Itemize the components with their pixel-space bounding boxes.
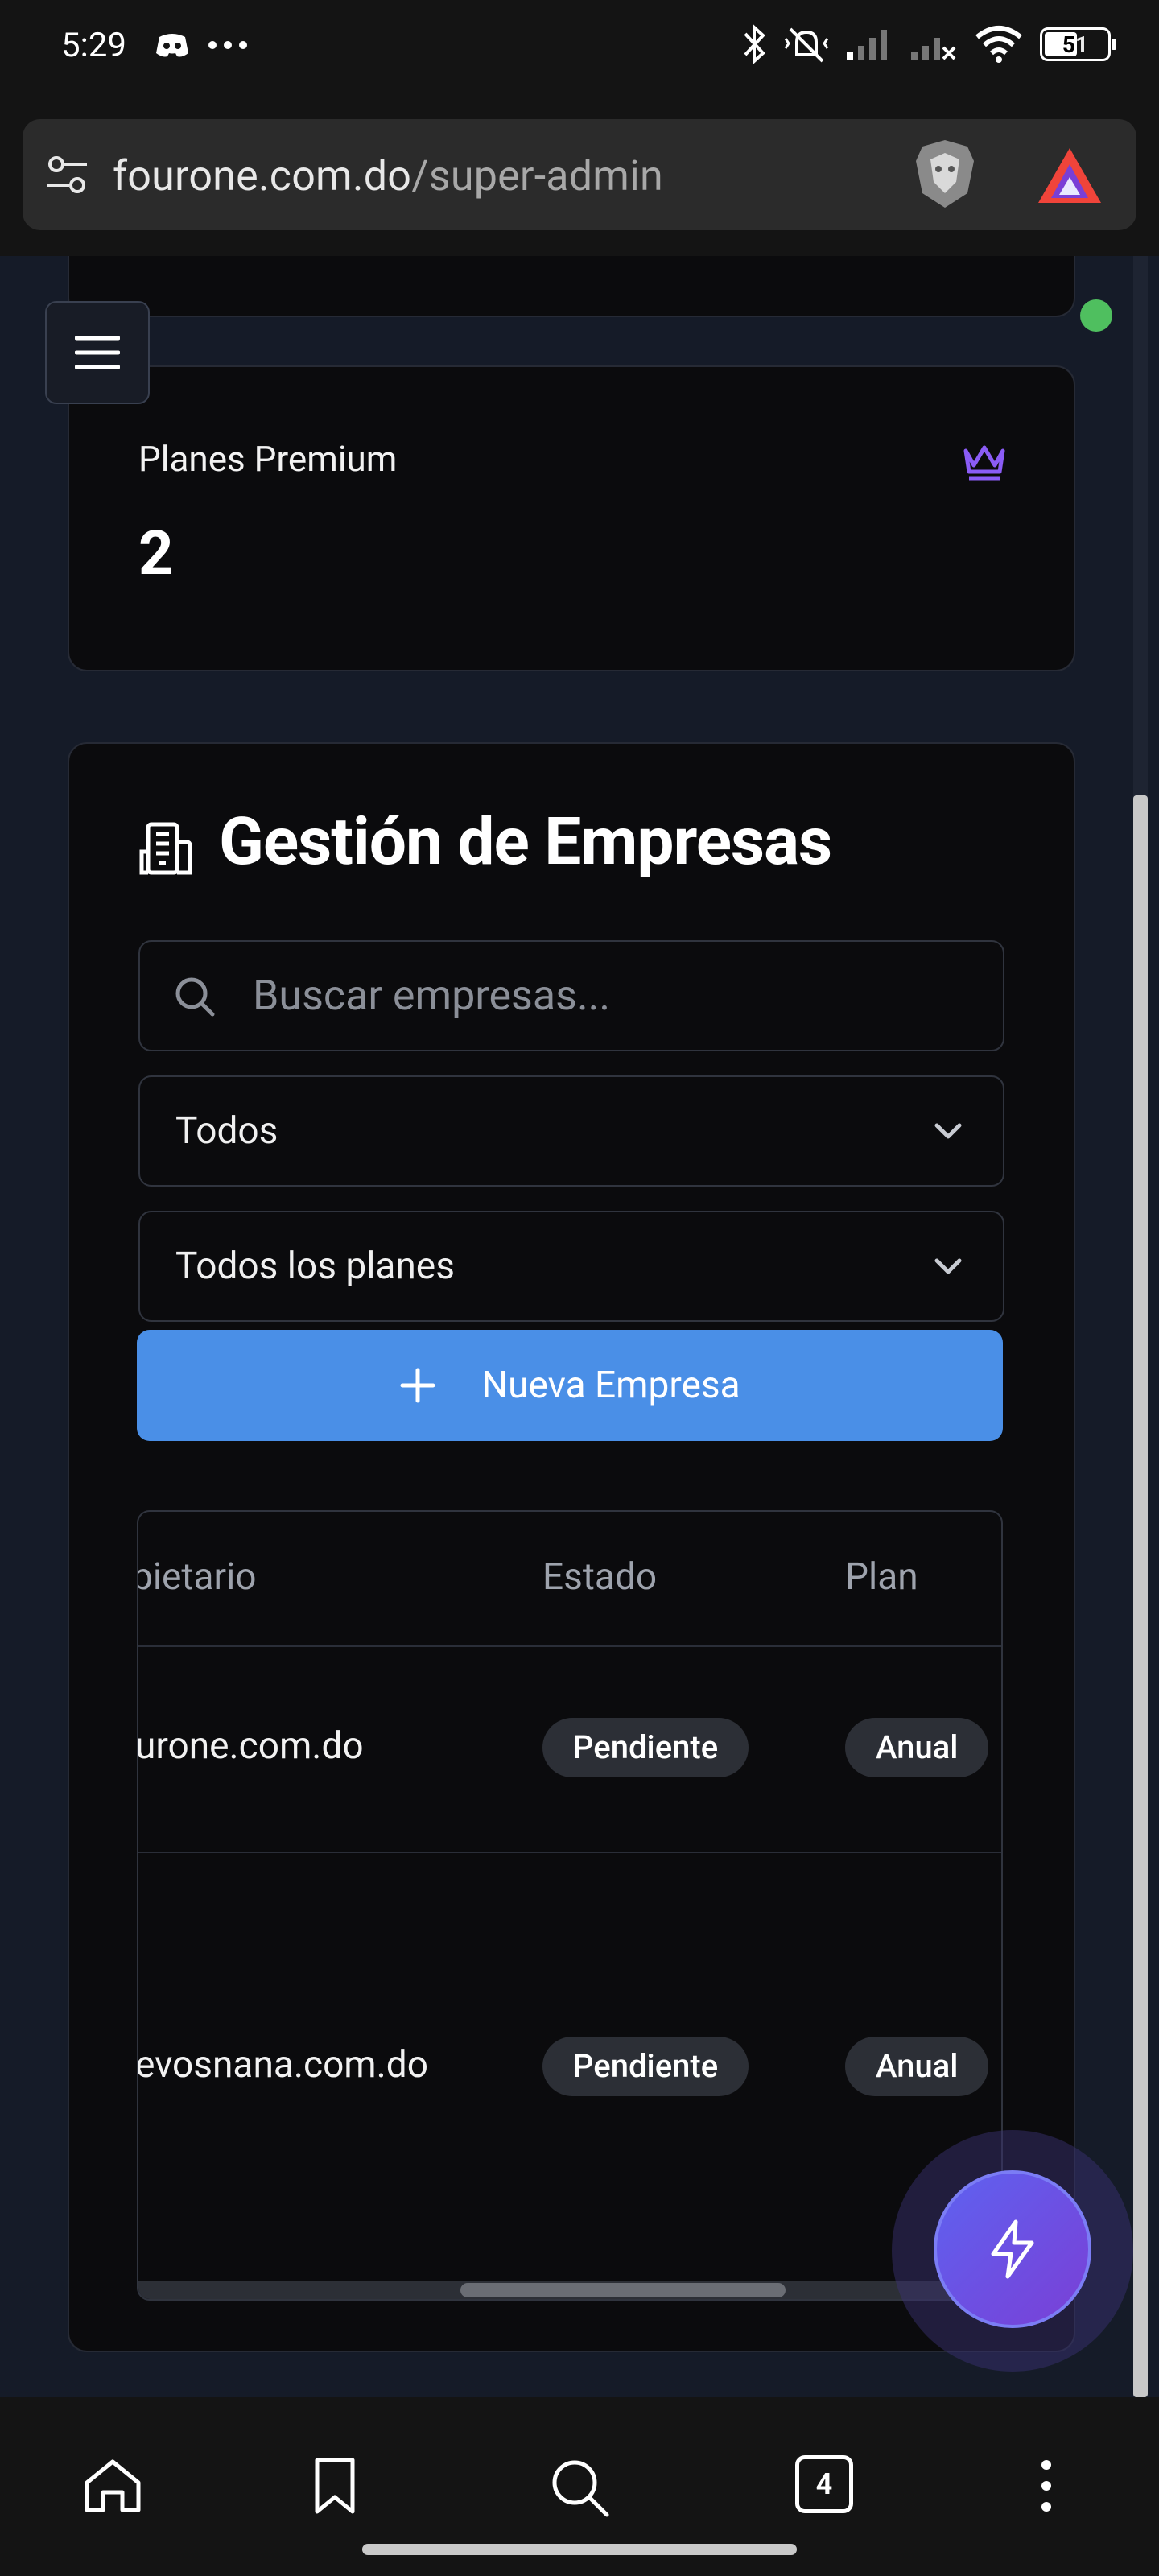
crown-icon [963,445,1005,481]
section-title: Gestión de Empresas [219,803,832,881]
url-path: /super-admin [411,151,663,200]
search-placeholder: Buscar empresas... [253,971,611,1020]
column-header-owner[interactable]: pietario [138,1555,257,1599]
bookmark-icon[interactable] [312,2457,357,2515]
stat-value: 2 [138,517,174,589]
brave-shields-icon[interactable] [911,137,979,211]
plus-icon [400,1368,435,1403]
battery-level: 51 [1062,31,1089,58]
chevron-down-icon [934,1123,962,1139]
menu-button[interactable] [45,301,150,404]
page-content: Planes Premium 2 Gestión de Empresas Bus… [0,256,1159,2397]
status-time: 5:29 [61,26,126,65]
url-text[interactable]: fourone.com.do/super-admin [113,151,663,200]
table-scrollbar-thumb[interactable] [460,2283,786,2297]
owner-cell: urone.com.do [137,1724,364,1768]
status-right-icons: 51 [740,23,1116,66]
more-dots-icon [208,41,247,49]
status-bar: 5:29 51 [0,0,1159,105]
plan-filter-select[interactable]: Todos los planes [138,1211,1004,1322]
brave-rewards-icon[interactable] [1035,145,1104,206]
table-row[interactable]: evosnana.com.do Pendiente Anual [138,1853,1001,2280]
status-filter-value: Todos [175,1109,278,1153]
plan-badge: Anual [845,1718,989,1777]
stat-label: Planes Premium [138,438,398,480]
discord-icon [156,34,188,57]
search-icon[interactable] [549,2457,610,2518]
status-badge: Pendiente [542,2037,749,2096]
tabs-button[interactable]: 4 [795,2455,853,2513]
mute-vibrate-icon [784,27,829,63]
owner-cell: evosnana.com.do [137,2043,428,2087]
site-settings-icon[interactable] [43,151,92,200]
column-header-plan[interactable]: Plan [845,1555,918,1599]
more-vertical-icon[interactable] [1037,2457,1056,2515]
signal-icon [847,30,887,60]
online-status-dot [1080,299,1112,332]
wifi-icon [975,26,1022,63]
plan-filter-value: Todos los planes [175,1245,455,1288]
chevron-down-icon [934,1258,962,1274]
companies-table[interactable]: pietario Estado Plan urone.com.do Pendie… [137,1510,1003,2301]
new-company-label: Nueva Empresa [481,1364,740,1407]
lightning-icon [991,2219,1034,2279]
address-bar[interactable]: fourone.com.do/super-admin [23,119,1136,230]
quick-action-button[interactable] [934,2170,1091,2328]
page-scrollbar-thumb[interactable] [1133,795,1148,2397]
signal-no-service-icon [911,38,956,60]
search-icon [175,977,215,1017]
browser-toolbar: fourone.com.do/super-admin [0,105,1159,256]
home-icon[interactable] [82,2457,143,2515]
home-indicator[interactable] [362,2544,797,2555]
battery-icon: 51 [1040,27,1116,61]
building-icon [139,822,192,875]
status-badge: Pendiente [542,1718,749,1777]
table-row[interactable]: urone.com.do Pendiente Anual [138,1647,1001,1852]
bluetooth-icon [744,23,765,65]
url-domain: fourone.com.do [113,151,412,200]
hamburger-icon [75,336,120,369]
status-left-icons [153,29,250,61]
premium-plans-card: Planes Premium 2 [68,365,1075,671]
plan-badge: Anual [845,2037,989,2096]
tab-count: 4 [815,2467,833,2501]
status-filter-select[interactable]: Todos [138,1075,1004,1187]
search-input[interactable]: Buscar empresas... [138,940,1004,1051]
new-company-button[interactable]: Nueva Empresa [137,1330,1003,1441]
previous-stat-card [68,256,1075,317]
column-header-status[interactable]: Estado [542,1555,657,1599]
